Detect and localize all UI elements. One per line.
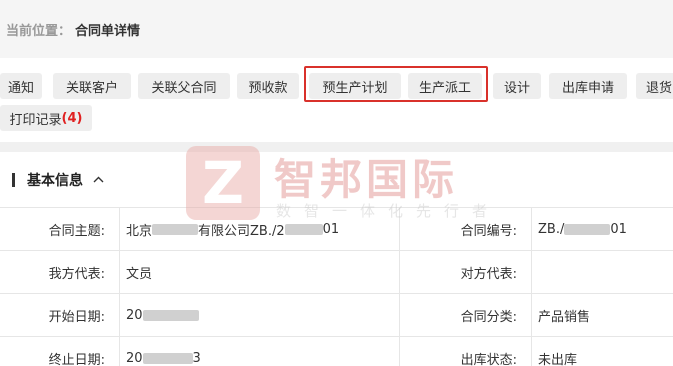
pre-production-plan-button[interactable]: 预生产计划 (309, 73, 401, 99)
their-representative-label: 对方代表: (400, 251, 532, 294)
section-gap (0, 142, 673, 152)
their-representative-value (532, 251, 673, 294)
redacted-blur (284, 224, 323, 235)
field-row-subject: 合同主题: 北京 有限公司ZB./2 01 合同编号: ZB./01 (0, 208, 673, 251)
outbound-request-button[interactable]: 出库申请 (549, 73, 627, 99)
section-title: 基本信息 (27, 172, 83, 189)
contract-type-label: 合同分类: (400, 294, 532, 337)
chevron-up-icon[interactable] (93, 173, 104, 186)
basic-info-section: 基本信息 合同主题: 北京 有限公司ZB./2 01 合同编号: ZB./01 我方… (0, 152, 673, 366)
field-row-end-date: 终止日期: 20 3 出库状态: 未出库 (0, 337, 673, 366)
outbound-status-value: 未出库 (538, 353, 578, 366)
our-representative-value: 文员 (120, 251, 400, 294)
breadcrumb: 当前位置： 合同单详情 (0, 0, 673, 58)
field-row-start-date: 开始日期: 20 合同分类: 产品销售 (0, 294, 673, 337)
contract-type-value: 产品销售 (538, 310, 591, 325)
outbound-status-label: 出库状态: (400, 337, 532, 366)
print-records-count: (4) (61, 110, 83, 126)
end-date-value: 20 3 (120, 337, 400, 366)
advance-payment-button[interactable]: 预收款 (237, 73, 299, 99)
parent-contract-button[interactable]: 关联父合同 (138, 73, 230, 99)
end-date-label: 终止日期: (0, 337, 120, 366)
our-representative-label: 我方代表: (0, 251, 120, 294)
contract-subject-value: 北京 有限公司ZB./2 01 (120, 208, 400, 251)
production-dispatch-button[interactable]: 生产派工 (408, 73, 482, 99)
print-records-label: 打印记录 (9, 112, 62, 128)
print-records-button[interactable]: 打印记录 (4) (0, 105, 92, 131)
section-header[interactable]: 基本信息 (0, 152, 673, 208)
redacted-blur (142, 353, 193, 364)
redacted-blur (152, 224, 199, 235)
start-date-value: 20 (120, 294, 400, 337)
return-button[interactable]: 退货 (636, 73, 673, 99)
contract-subject-label: 合同主题: (0, 208, 120, 251)
notify-button[interactable]: 通知 (0, 73, 42, 99)
start-date-label: 开始日期: (0, 294, 120, 337)
related-customer-button[interactable]: 关联客户 (53, 73, 131, 99)
contract-number-label: 合同编号: (400, 208, 532, 251)
breadcrumb-label: 当前位置： (6, 23, 72, 39)
contract-number-value: ZB./01 (538, 222, 627, 237)
design-button[interactable]: 设计 (493, 73, 541, 99)
redacted-blur (564, 224, 611, 235)
section-marker-bar (12, 172, 15, 187)
redacted-blur (142, 310, 199, 321)
action-toolbar: 通知 关联客户 关联父合同 预收款 预生产计划 生产派工 设计 出库申请 退货 … (0, 58, 673, 142)
field-row-representatives: 我方代表: 文员 对方代表: (0, 251, 673, 294)
breadcrumb-current-page: 合同单详情 (75, 23, 141, 39)
